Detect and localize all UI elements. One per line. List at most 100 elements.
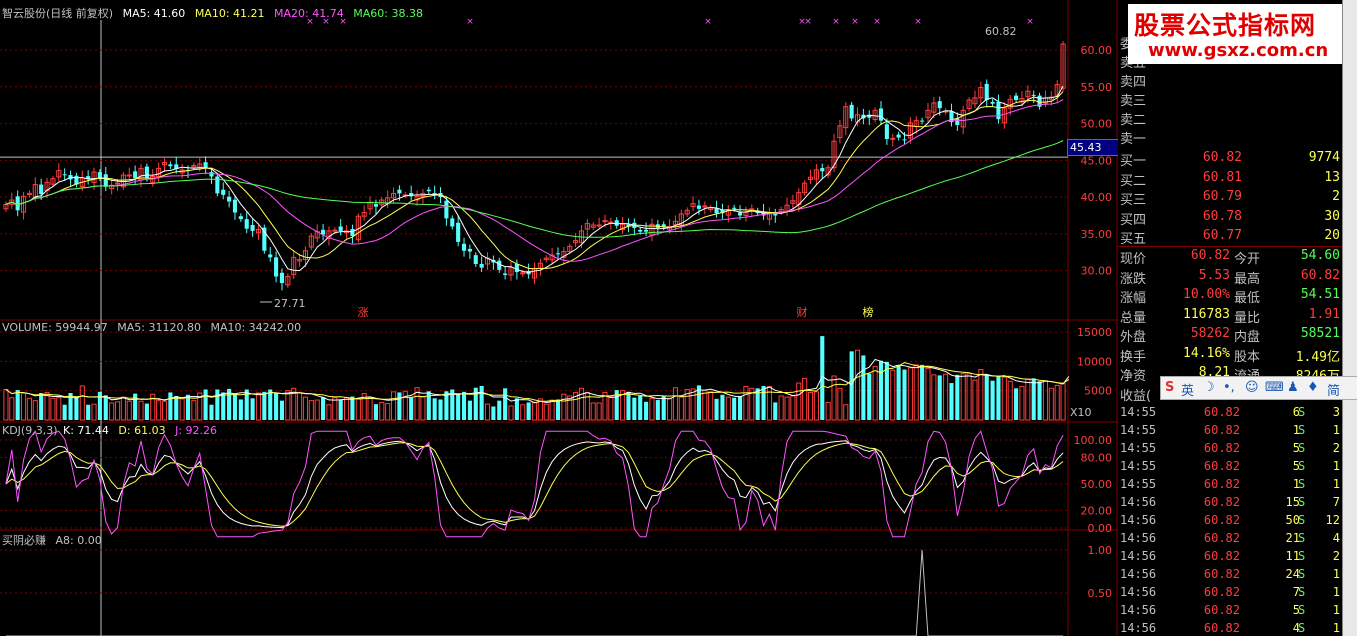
candle-down — [373, 204, 378, 207]
quote-stat-row: 总量 116783 量比 1.91 — [1118, 307, 1342, 326]
candle-down — [820, 168, 825, 172]
tick-price: 60.82 — [1203, 495, 1240, 509]
tick-side: S — [1298, 513, 1306, 527]
person-icon[interactable]: ♟ — [1287, 380, 1299, 395]
kdj-header: KDJ(9,3,3) K: 71.44 D: 61.03 J: 92.26 — [2, 424, 223, 437]
volume-bar-up — [297, 391, 303, 421]
ime-toolbar[interactable]: S 英 ☽ •, ☺ ⌨ ♟ ♦ 简 — [1160, 376, 1357, 400]
punct-icon[interactable]: •, — [1223, 380, 1235, 395]
tick-price: 60.82 — [1203, 621, 1240, 635]
buy-level-price: 60.78 — [1202, 208, 1242, 224]
volume-bar-down — [15, 390, 20, 420]
sell-level-label: 卖三 — [1120, 94, 1147, 109]
volume-bar-up — [120, 396, 126, 421]
event-x-marker: × — [873, 17, 881, 27]
buy-level-price: 60.81 — [1202, 169, 1242, 185]
tick-row: 14:56 60.82 11 S 2 — [1118, 549, 1342, 567]
candle-down — [996, 101, 1001, 120]
ime-logo-icon[interactable]: S — [1165, 380, 1174, 395]
buy-level-price: 60.77 — [1202, 228, 1242, 243]
buy-level-label: 买三 — [1120, 193, 1147, 208]
candle-down — [350, 229, 355, 237]
buy-level-label: 买一 — [1120, 154, 1147, 169]
candle-down — [133, 171, 138, 178]
volume-bar-up — [667, 397, 673, 421]
volume-bar-up — [978, 369, 984, 421]
ime-simp-toggle[interactable]: 简 — [1327, 380, 1340, 399]
candle-up — [114, 182, 121, 185]
stat-value: 14.16% — [1183, 345, 1230, 361]
tick-count: 1 — [1332, 567, 1340, 581]
watermark-url: www.gsxz.com.cn — [1148, 40, 1329, 61]
indicator-tick-label: 1.00 — [1088, 544, 1113, 557]
shirt-icon[interactable]: ♦ — [1307, 380, 1319, 395]
stat-label: 最高 — [1234, 271, 1261, 287]
volume-bar-up — [385, 403, 391, 421]
volume-bar-up — [50, 397, 56, 421]
kline-chart-svg[interactable]: 60.00 55.00 50.00 45.00 40.00 35.00 30.00 60.82… — [0, 0, 1118, 636]
volume-bar-down — [491, 406, 496, 420]
ime-lang-toggle[interactable]: 英 — [1181, 380, 1194, 399]
candle-down — [450, 218, 455, 227]
volume-bar-down — [397, 392, 402, 420]
volume-bar-down — [497, 400, 502, 420]
volume-bar-up — [367, 397, 373, 421]
tick-row: 14:56 60.82 5 S 1 — [1118, 603, 1342, 621]
moon-icon[interactable]: ☽ — [1203, 380, 1215, 395]
tick-volume: 1 — [1292, 477, 1300, 491]
volume-bar-up — [608, 396, 614, 421]
candle-down — [168, 164, 173, 167]
candle-down — [1031, 94, 1036, 96]
volume-bar-up — [9, 397, 15, 421]
volume-bar-up — [890, 369, 896, 421]
tick-price: 60.82 — [1203, 531, 1240, 545]
volume-header: VOLUME: 59944.97 MA5: 31120.80 MA10: 342… — [2, 321, 307, 334]
watermark-banner: 股票公式指标网 www.gsxz.com.cn — [1128, 4, 1342, 64]
stat-value: 5.53 — [1198, 267, 1230, 283]
buy-level-label: 买二 — [1120, 173, 1147, 189]
volume-bar-up — [907, 367, 913, 421]
volume-bar-down — [655, 400, 660, 420]
volume-ma10-line — [5, 362, 1070, 402]
tick-time: 14:56 — [1120, 531, 1157, 545]
volume-bar-up — [402, 390, 408, 421]
kline-chart-area[interactable]: 60.00 55.00 50.00 45.00 40.00 35.00 30.00 60.82… — [0, 0, 1118, 636]
keyboard-icon[interactable]: ⌨ — [1265, 380, 1284, 395]
ma60-label: MA60: 38.38 — [353, 7, 423, 20]
price-tick-label: 30.00 — [1081, 265, 1113, 278]
low-price-annotation: 27.71 — [274, 297, 306, 310]
volume-bar-down — [737, 395, 743, 420]
volume-bar-down — [250, 398, 255, 420]
stat-label: 量比 — [1234, 310, 1261, 326]
candle-down — [144, 166, 149, 179]
volume-bar-down — [168, 392, 173, 420]
volume-bar-up — [807, 391, 814, 421]
smile-icon[interactable]: ☺ — [1245, 380, 1259, 395]
volume-tick-label: 15000 — [1077, 326, 1112, 339]
volume-bar-down — [861, 355, 866, 420]
stat-label: 涨跌 — [1120, 271, 1147, 287]
stat-value: 116783 — [1183, 306, 1230, 322]
event-marker: 榜 — [863, 305, 874, 319]
volume-bar-down — [262, 391, 267, 420]
candle-down — [274, 257, 279, 277]
volume-bar-down — [268, 389, 273, 420]
side-toolbar-strip[interactable] — [1342, 0, 1357, 636]
tick-volume: 4 — [1292, 621, 1300, 635]
tick-count: 1 — [1332, 459, 1340, 473]
candle-up — [890, 137, 896, 140]
volume-bar-up — [326, 404, 332, 421]
event-x-marker: × — [804, 17, 812, 27]
volume-bar-up — [790, 395, 796, 421]
ma5-label: MA5: 41.60 — [122, 7, 186, 20]
tick-row: 14:55 60.82 5 S 2 — [1118, 441, 1342, 459]
tick-row: 14:56 60.82 21 S 4 — [1118, 531, 1342, 549]
volume-bar-down — [144, 403, 149, 420]
sell-level-row: 卖二 — [1118, 109, 1342, 128]
stat-label: 总量 — [1120, 310, 1147, 326]
tick-count: 2 — [1332, 441, 1340, 455]
candle-down — [62, 174, 67, 176]
stat-label: 净资 — [1120, 369, 1147, 384]
stat-label: 涨幅 — [1120, 291, 1147, 306]
volume-bar-up — [1019, 386, 1025, 421]
